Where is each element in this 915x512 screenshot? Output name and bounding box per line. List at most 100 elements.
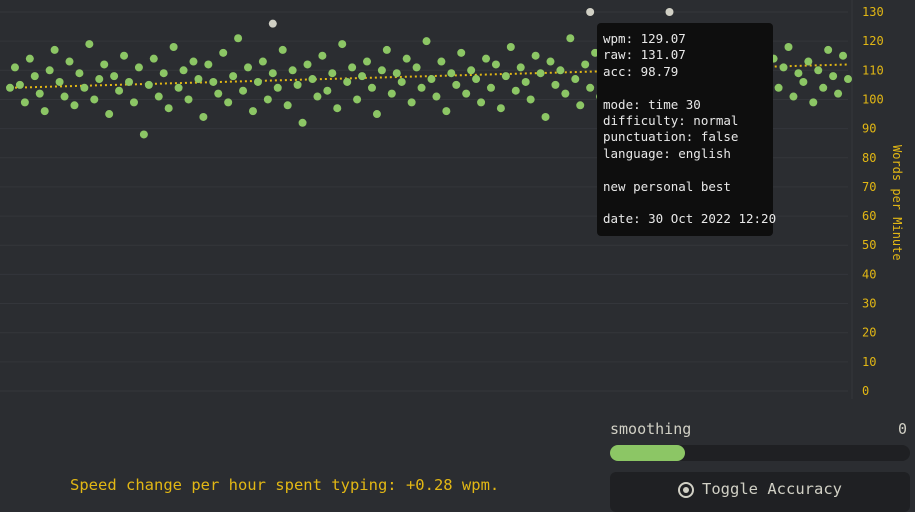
wpm-point[interactable] bbox=[472, 75, 481, 84]
wpm-point[interactable] bbox=[194, 75, 203, 84]
wpm-point[interactable] bbox=[184, 95, 193, 104]
wpm-point[interactable] bbox=[248, 107, 257, 116]
wpm-point[interactable] bbox=[35, 89, 44, 98]
wpm-point[interactable] bbox=[65, 57, 74, 66]
wpm-point[interactable] bbox=[234, 34, 243, 43]
wpm-point[interactable] bbox=[343, 77, 352, 86]
wpm-point[interactable] bbox=[397, 77, 406, 86]
wpm-point[interactable] bbox=[105, 110, 114, 119]
wpm-point[interactable] bbox=[209, 77, 218, 86]
wpm-point[interactable] bbox=[531, 51, 540, 60]
wpm-point[interactable] bbox=[159, 69, 168, 78]
wpm-point[interactable] bbox=[174, 83, 183, 92]
wpm-point[interactable] bbox=[377, 66, 386, 75]
wpm-point[interactable] bbox=[556, 66, 565, 75]
wpm-point[interactable] bbox=[244, 63, 253, 72]
wpm-point[interactable] bbox=[794, 69, 803, 78]
wpm-point[interactable] bbox=[779, 63, 788, 72]
wpm-point[interactable] bbox=[333, 104, 342, 113]
personal-best-point[interactable] bbox=[665, 8, 674, 16]
wpm-point[interactable] bbox=[382, 45, 391, 54]
wpm-point[interactable] bbox=[437, 57, 446, 66]
wpm-point[interactable] bbox=[571, 75, 580, 84]
wpm-point[interactable] bbox=[491, 60, 500, 69]
wpm-point[interactable] bbox=[328, 69, 337, 78]
wpm-point[interactable] bbox=[318, 51, 327, 60]
wpm-point[interactable] bbox=[253, 77, 262, 86]
wpm-point[interactable] bbox=[263, 95, 272, 104]
wpm-point[interactable] bbox=[273, 83, 282, 92]
wpm-point[interactable] bbox=[298, 118, 307, 127]
wpm-point[interactable] bbox=[392, 69, 401, 78]
wpm-point[interactable] bbox=[412, 63, 421, 72]
personal-best-point[interactable] bbox=[586, 8, 595, 16]
wpm-point[interactable] bbox=[224, 98, 233, 107]
wpm-point[interactable] bbox=[50, 45, 59, 54]
wpm-point[interactable] bbox=[293, 80, 302, 89]
wpm-point[interactable] bbox=[839, 51, 848, 60]
wpm-point[interactable] bbox=[45, 66, 54, 75]
wpm-point[interactable] bbox=[179, 66, 188, 75]
wpm-point[interactable] bbox=[30, 72, 39, 81]
wpm-point[interactable] bbox=[169, 42, 178, 51]
wpm-point[interactable] bbox=[6, 83, 14, 92]
wpm-point[interactable] bbox=[288, 66, 297, 75]
wpm-point[interactable] bbox=[85, 40, 94, 49]
wpm-point[interactable] bbox=[125, 77, 134, 86]
wpm-point[interactable] bbox=[129, 98, 138, 107]
wpm-point[interactable] bbox=[139, 130, 148, 139]
wpm-point[interactable] bbox=[229, 72, 238, 81]
wpm-point[interactable] bbox=[516, 63, 525, 72]
wpm-point[interactable] bbox=[457, 48, 466, 57]
toggle-accuracy-button[interactable]: Toggle Accuracy bbox=[610, 472, 910, 512]
wpm-point[interactable] bbox=[819, 83, 828, 92]
wpm-point[interactable] bbox=[134, 63, 143, 72]
wpm-point[interactable] bbox=[308, 75, 317, 84]
wpm-point[interactable] bbox=[55, 77, 64, 86]
wpm-point[interactable] bbox=[75, 69, 84, 78]
wpm-point[interactable] bbox=[586, 83, 595, 92]
wpm-point[interactable] bbox=[442, 107, 451, 116]
smoothing-slider[interactable] bbox=[610, 445, 910, 461]
wpm-point[interactable] bbox=[20, 98, 29, 107]
wpm-point[interactable] bbox=[219, 48, 228, 57]
wpm-point[interactable] bbox=[313, 92, 322, 101]
wpm-point[interactable] bbox=[164, 104, 173, 113]
wpm-point[interactable] bbox=[477, 98, 486, 107]
wpm-point[interactable] bbox=[10, 63, 19, 72]
wpm-point[interactable] bbox=[427, 75, 436, 84]
wpm-point[interactable] bbox=[799, 77, 808, 86]
wpm-point[interactable] bbox=[90, 95, 99, 104]
wpm-point[interactable] bbox=[239, 86, 248, 95]
wpm-point[interactable] bbox=[546, 57, 555, 66]
wpm-point[interactable] bbox=[581, 60, 590, 69]
wpm-point[interactable] bbox=[258, 57, 267, 66]
wpm-point[interactable] bbox=[358, 72, 367, 81]
wpm-point[interactable] bbox=[576, 101, 585, 110]
personal-best-point[interactable] bbox=[268, 19, 277, 28]
wpm-point[interactable] bbox=[387, 89, 396, 98]
wpm-point[interactable] bbox=[536, 69, 545, 78]
wpm-point[interactable] bbox=[40, 107, 49, 116]
wpm-point[interactable] bbox=[432, 92, 441, 101]
wpm-point[interactable] bbox=[551, 80, 560, 89]
wpm-point[interactable] bbox=[204, 60, 213, 69]
wpm-point[interactable] bbox=[154, 92, 163, 101]
wpm-point[interactable] bbox=[363, 57, 372, 66]
wpm-point[interactable] bbox=[120, 51, 129, 60]
wpm-point[interactable] bbox=[824, 45, 833, 54]
wpm-point[interactable] bbox=[467, 66, 476, 75]
wpm-point[interactable] bbox=[338, 40, 347, 49]
wpm-point[interactable] bbox=[834, 89, 843, 98]
wpm-point[interactable] bbox=[774, 83, 783, 92]
wpm-point[interactable] bbox=[521, 77, 530, 86]
wpm-point[interactable] bbox=[506, 42, 515, 51]
wpm-point[interactable] bbox=[511, 86, 520, 95]
wpm-point[interactable] bbox=[268, 69, 277, 78]
wpm-point[interactable] bbox=[501, 72, 510, 81]
wpm-point[interactable] bbox=[95, 75, 104, 84]
wpm-point[interactable] bbox=[80, 83, 89, 92]
wpm-point[interactable] bbox=[367, 83, 376, 92]
wpm-point[interactable] bbox=[353, 95, 362, 104]
wpm-point[interactable] bbox=[541, 112, 550, 121]
